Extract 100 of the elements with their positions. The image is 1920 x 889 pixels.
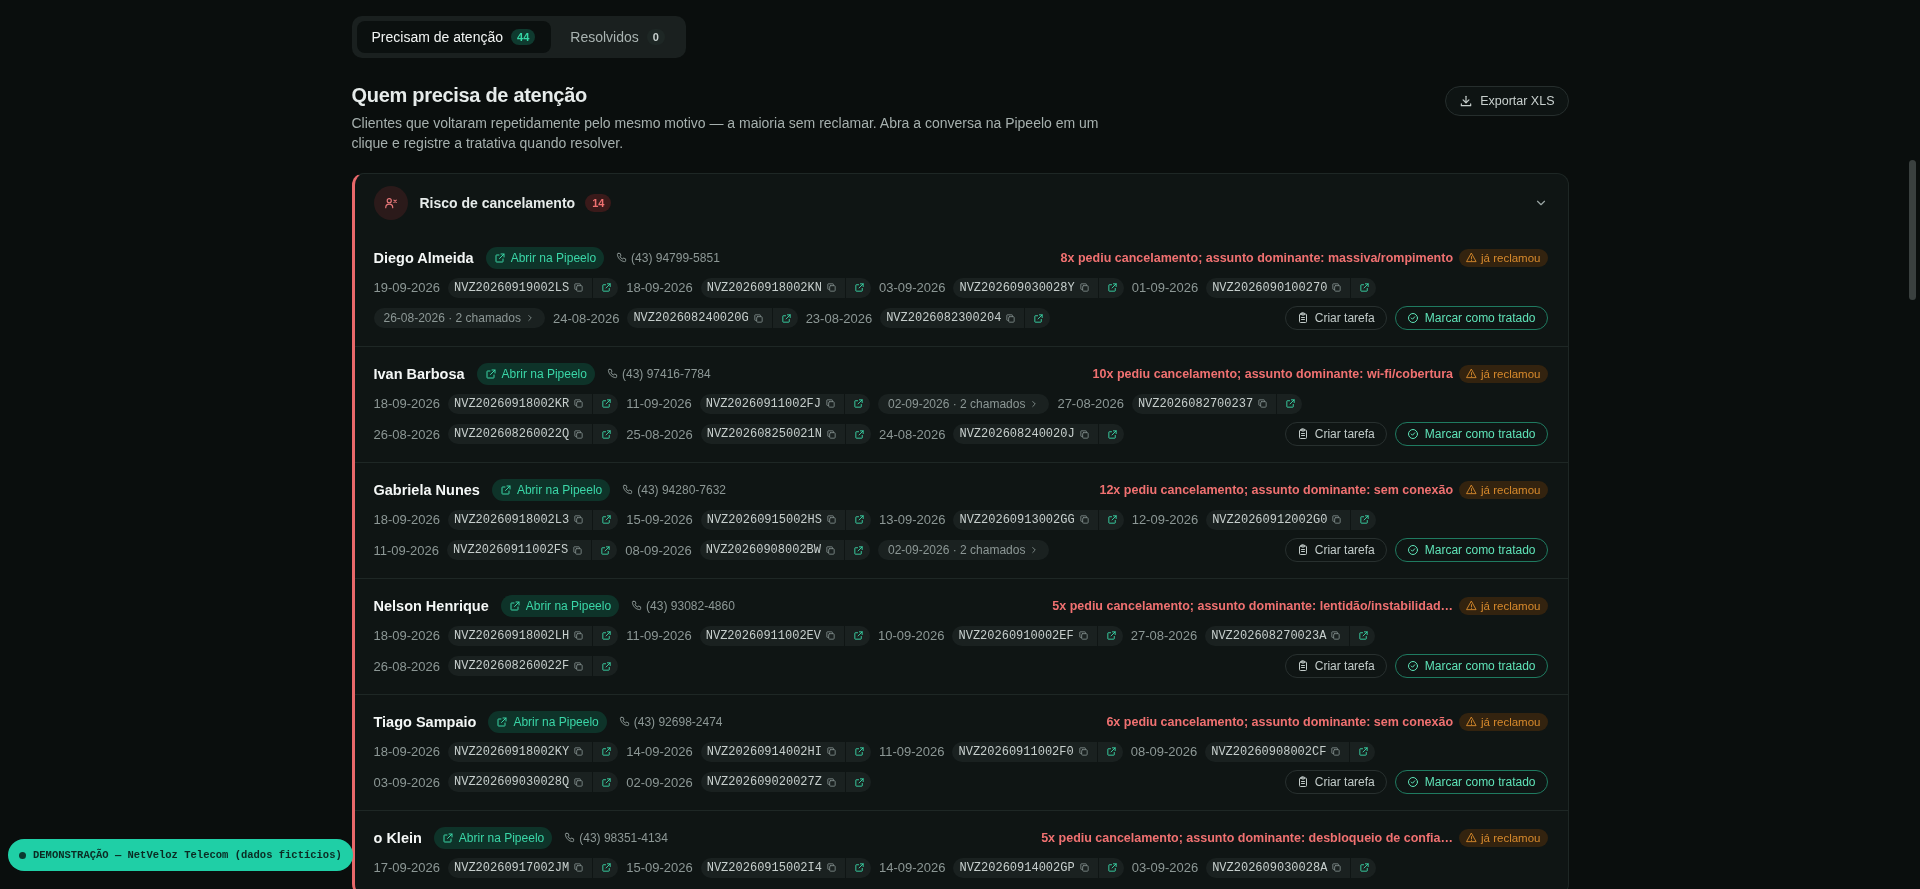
copy-icon[interactable] <box>1331 282 1343 293</box>
copy-icon[interactable] <box>752 312 764 324</box>
external-link-icon[interactable] <box>601 660 613 672</box>
open-link[interactable]: Abrir na Pipeelo <box>488 710 607 733</box>
external-link-icon[interactable] <box>1359 514 1371 525</box>
external-link-icon[interactable] <box>1106 428 1118 440</box>
copy-icon[interactable] <box>573 630 585 641</box>
copy-icon[interactable] <box>573 428 585 440</box>
copy-icon[interactable] <box>1078 514 1090 525</box>
ticket-id: NVZ20260918002KR <box>454 396 570 411</box>
ticket-date: 15-09-2026 <box>626 860 693 875</box>
external-link-icon[interactable] <box>853 282 865 293</box>
copy-icon[interactable] <box>1330 630 1342 641</box>
copy-icon[interactable] <box>1077 630 1089 641</box>
ticket-date: 03-09-2026 <box>878 280 946 295</box>
copy-icon[interactable] <box>825 776 837 788</box>
external-link-icon[interactable] <box>1358 746 1370 757</box>
copy-icon[interactable] <box>1257 398 1269 409</box>
ticket-date: 02-09-2026 <box>626 774 693 790</box>
copy-icon[interactable] <box>1078 282 1090 293</box>
external-link-icon[interactable] <box>1359 282 1371 293</box>
external-link-icon[interactable] <box>601 630 613 641</box>
external-link-icon[interactable] <box>853 630 864 641</box>
external-link-icon[interactable] <box>601 776 613 788</box>
external-link-icon[interactable] <box>601 746 613 757</box>
external-link-icon[interactable] <box>601 398 613 409</box>
copy-icon[interactable] <box>573 776 585 788</box>
open-link[interactable]: Abrir na Pipeelo <box>491 478 611 501</box>
ticket-id: NVZ2026090100270 <box>1212 280 1328 295</box>
scrollbar-thumb[interactable] <box>1909 160 1916 300</box>
external-link-icon[interactable] <box>600 544 612 556</box>
external-link-icon[interactable] <box>601 862 613 873</box>
group-title: Risco de cancelamento <box>419 195 576 211</box>
copy-icon[interactable] <box>1331 514 1343 525</box>
export-button[interactable]: Exportar XLS <box>1445 86 1569 116</box>
external-link-icon[interactable] <box>853 428 865 440</box>
copy-icon[interactable] <box>1330 746 1342 757</box>
demo-banner: DEMONSTRAÇÃO — NetVeloz Telecom (dados fictícios) <box>8 839 353 871</box>
copy-icon[interactable] <box>573 514 585 525</box>
phone-icon <box>606 368 618 379</box>
external-link-icon[interactable] <box>1105 630 1117 641</box>
copy-icon[interactable] <box>825 428 837 440</box>
external-link-icon[interactable] <box>853 862 865 873</box>
external-link-icon[interactable] <box>601 282 613 293</box>
warning-icon <box>1466 716 1478 727</box>
external-link-icon[interactable] <box>1106 282 1118 293</box>
open-link[interactable]: Abrir na Pipeelo <box>485 246 605 269</box>
external-link-icon[interactable] <box>853 514 865 525</box>
copy-icon[interactable] <box>1331 862 1343 873</box>
copy-icon[interactable] <box>573 862 585 873</box>
external-link-icon[interactable] <box>1106 862 1118 873</box>
copy-icon[interactable] <box>1078 428 1090 440</box>
external-link-icon[interactable] <box>1359 862 1371 873</box>
ticket-id: NVZ20260918002LH <box>454 628 570 643</box>
copy-icon[interactable] <box>825 398 836 409</box>
customer-name: Gabriela Nunes <box>373 481 480 498</box>
copy-icon[interactable] <box>573 660 585 672</box>
copy-icon[interactable] <box>825 282 837 293</box>
external-link-icon[interactable] <box>853 746 865 757</box>
copy-icon[interactable] <box>1078 862 1090 873</box>
ticket-group-button[interactable]: 26-08-2026 · 2 chamados <box>373 308 545 328</box>
ticket-id: NVZ2026082700237 <box>1137 396 1254 411</box>
copy-icon[interactable] <box>573 746 585 757</box>
open-link[interactable]: Abrir na Pipeelo <box>476 362 595 385</box>
copy-icon[interactable] <box>572 544 584 556</box>
external-link-icon[interactable] <box>853 544 864 556</box>
copy-icon[interactable] <box>1005 312 1017 324</box>
copy-icon[interactable] <box>1077 746 1089 757</box>
open-link[interactable]: Abrir na Pipeelo <box>433 826 553 849</box>
copy-icon[interactable] <box>825 862 837 873</box>
external-link-icon[interactable] <box>853 398 864 409</box>
ticket-date: 25-08-2026 <box>626 426 693 442</box>
check-circle-icon <box>1406 312 1419 324</box>
copy-icon[interactable] <box>573 398 585 409</box>
external-link-icon[interactable] <box>1358 630 1370 641</box>
copy-icon[interactable] <box>825 630 836 641</box>
tab[interactable]: Resolvidos 0 <box>555 21 681 53</box>
ticket-id: NVZ202609030028Q <box>454 775 570 789</box>
external-link-icon[interactable] <box>601 428 613 440</box>
external-link-icon[interactable] <box>1033 312 1045 324</box>
external-link-icon[interactable] <box>780 312 792 324</box>
ticket-group-button[interactable]: 02-09-2026 · 2 chamados <box>878 393 1050 414</box>
ticket-date: 18-09-2026 <box>373 744 440 759</box>
copy-icon[interactable] <box>825 544 836 556</box>
copy-icon[interactable] <box>573 282 585 293</box>
ticket-date: 11-09-2026 <box>626 396 692 411</box>
external-link-icon[interactable] <box>1105 746 1117 757</box>
copy-icon[interactable] <box>825 514 837 525</box>
external-link-icon[interactable] <box>601 514 613 525</box>
external-link-icon[interactable] <box>853 776 865 788</box>
external-link-icon[interactable] <box>1285 398 1297 409</box>
open-link[interactable]: Abrir na Pipeelo <box>500 594 620 617</box>
ticket-group-button[interactable]: 02-09-2026 · 2 chamados <box>878 540 1050 560</box>
status-dot <box>19 851 26 859</box>
check-circle-icon <box>1406 660 1419 672</box>
tab[interactable]: Precisam de atenção 44 <box>356 21 552 53</box>
check-circle-icon <box>1406 428 1419 440</box>
ticket-date: 11-09-2026 <box>373 542 440 558</box>
external-link-icon[interactable] <box>1106 514 1118 525</box>
copy-icon[interactable] <box>825 746 837 757</box>
